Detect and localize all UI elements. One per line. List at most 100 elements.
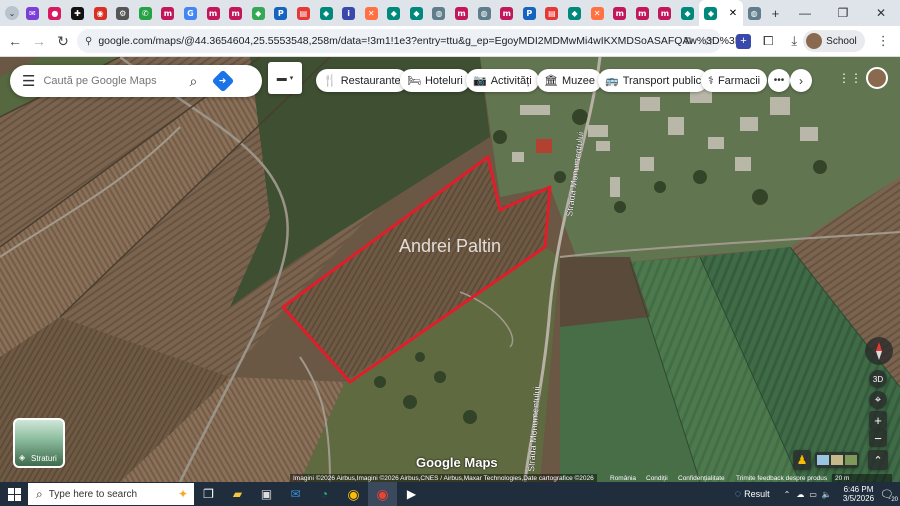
network-icon[interactable]: ▭ bbox=[809, 490, 817, 499]
zoom-in-button[interactable]: + bbox=[869, 411, 887, 429]
browser-tab[interactable]: G bbox=[179, 0, 202, 26]
volume-icon[interactable]: 🔈 bbox=[822, 490, 832, 499]
back-button[interactable]: ← bbox=[3, 29, 27, 53]
imagery-thumbnails[interactable] bbox=[815, 452, 859, 468]
browser-tab[interactable]: P bbox=[270, 0, 293, 26]
browser-menu-icon[interactable]: ⋮ bbox=[877, 33, 890, 49]
footer-link[interactable]: Condiții bbox=[643, 474, 671, 482]
chip-restaurante[interactable]: 🍴 Restaurante bbox=[316, 69, 408, 92]
extension-plus-icon[interactable]: + bbox=[736, 33, 751, 49]
browser-tab[interactable]: ◍ bbox=[473, 0, 496, 26]
browser-tab[interactable]: ◆ bbox=[315, 0, 338, 26]
profile-button[interactable]: School bbox=[803, 30, 865, 52]
browser-tab[interactable]: ● bbox=[44, 0, 67, 26]
browser-tab[interactable]: ✆ bbox=[134, 0, 157, 26]
browser-tab[interactable]: ◆ bbox=[405, 0, 428, 26]
install-app-icon[interactable]: ⧉ bbox=[684, 35, 692, 48]
footer-link[interactable]: Trimite feedback despre produs bbox=[733, 474, 830, 482]
address-bar[interactable]: ⚲ google.com/maps/@44.3654604,25.5553548… bbox=[77, 29, 742, 53]
taskbar-search[interactable]: ⌕ Type here to search ✦ bbox=[28, 483, 194, 505]
chrome-icon[interactable]: ◉ bbox=[339, 482, 368, 506]
chrome-active-icon[interactable]: ◉ bbox=[368, 482, 397, 506]
browser-tab[interactable]: ◆ bbox=[563, 0, 586, 26]
show-hidden-icons[interactable]: ⌃ bbox=[784, 490, 791, 499]
forward-button[interactable]: → bbox=[27, 29, 51, 53]
minimize-button[interactable]: — bbox=[786, 0, 824, 26]
3d-toggle-button[interactable]: 3D bbox=[869, 370, 887, 388]
pegman-icon[interactable]: ♟ bbox=[793, 450, 811, 470]
more-chips-icon[interactable]: ••• bbox=[768, 69, 790, 92]
browser-tab[interactable]: ◍ bbox=[428, 0, 451, 26]
map-type-dropdown-button[interactable]: ▬ ▾ bbox=[268, 62, 302, 94]
menu-icon[interactable]: ☰ bbox=[22, 72, 35, 90]
chip-farmacii[interactable]: ⚕ Farmacii bbox=[701, 69, 768, 92]
site-info-icon[interactable]: ⚲ bbox=[85, 36, 92, 47]
my-location-button[interactable]: ⌖ bbox=[869, 391, 887, 409]
footer-link[interactable]: România bbox=[607, 474, 639, 482]
browser-tab[interactable]: ◉ bbox=[89, 0, 112, 26]
browser-tab[interactable]: m bbox=[450, 0, 473, 26]
search-icon[interactable]: ⌕ bbox=[189, 73, 197, 90]
browser-tab[interactable]: ✕ bbox=[360, 0, 383, 26]
chip-transport-public[interactable]: 🚌 Transport public bbox=[598, 69, 709, 92]
browser-tab[interactable]: ◆ bbox=[676, 0, 699, 26]
place-label[interactable]: Andrei Paltin bbox=[399, 236, 501, 256]
chip-activități[interactable]: 📷 Activități bbox=[466, 69, 539, 92]
edge-icon[interactable]: ◔ bbox=[310, 482, 339, 506]
map-search-input[interactable] bbox=[43, 75, 184, 87]
store-icon[interactable]: ▣ bbox=[252, 482, 281, 506]
browser-tab[interactable]: ✚ bbox=[66, 0, 89, 26]
browser-tab[interactable]: ◍ bbox=[743, 0, 766, 26]
extensions-puzzle-icon[interactable]: ⧠ bbox=[763, 33, 773, 49]
media-player-icon[interactable]: ▶ bbox=[397, 482, 426, 506]
bookmark-star-icon[interactable]: ☆ bbox=[703, 34, 714, 48]
layers-button[interactable]: ◈ Straturi bbox=[13, 418, 65, 468]
cloud-icon[interactable]: ☁ bbox=[796, 490, 804, 499]
browser-tab[interactable]: i bbox=[337, 0, 360, 26]
task-view-icon[interactable]: ❐ bbox=[194, 482, 223, 506]
download-icon[interactable]: ⤓ bbox=[791, 33, 797, 49]
start-button[interactable] bbox=[0, 482, 28, 506]
browser-tab[interactable]: ▤ bbox=[541, 0, 564, 26]
compass-control[interactable] bbox=[865, 337, 893, 365]
browser-tab[interactable]: ✕ bbox=[586, 0, 609, 26]
reload-button[interactable]: ↻ bbox=[51, 29, 75, 53]
mail-icon[interactable]: ✉ bbox=[281, 482, 310, 506]
chip-hoteluri[interactable]: 🛏 Hoteluri bbox=[400, 69, 470, 92]
browser-tab[interactable]: m bbox=[157, 0, 180, 26]
weather-icon[interactable]: ◌ bbox=[735, 488, 742, 500]
browser-tab[interactable]: P bbox=[518, 0, 541, 26]
browser-tab[interactable]: m bbox=[202, 0, 225, 26]
close-tab-icon[interactable]: ✕ bbox=[729, 8, 737, 19]
close-window-button[interactable]: ✕ bbox=[862, 0, 900, 26]
clock[interactable]: 6:46 PM 3/5/2026 bbox=[843, 485, 874, 503]
new-tab-button[interactable]: + bbox=[765, 3, 785, 23]
directions-icon[interactable]: ➜ bbox=[211, 69, 235, 93]
browser-tab-active[interactable]: ◆ ✕ bbox=[698, 0, 743, 26]
url-text[interactable]: google.com/maps/@44.3654604,25.5553548,2… bbox=[98, 35, 742, 47]
browser-tab[interactable]: ✉ bbox=[21, 0, 44, 26]
map-viewport[interactable]: Strada Monumentului Strada Monumentului … bbox=[0, 57, 900, 482]
chip-muzee[interactable]: 🏛 Muzee bbox=[537, 69, 602, 92]
browser-tab[interactable]: m bbox=[224, 0, 247, 26]
tab-search-button[interactable]: ⌄ bbox=[3, 3, 21, 23]
browser-tab[interactable]: ◆ bbox=[247, 0, 270, 26]
browser-tab[interactable]: m bbox=[654, 0, 677, 26]
footer-link[interactable]: Confidențialitate bbox=[675, 474, 728, 482]
browser-tab[interactable]: m bbox=[631, 0, 654, 26]
browser-tab[interactable]: ▤ bbox=[292, 0, 315, 26]
notifications-button[interactable]: 🗨 20 bbox=[880, 488, 898, 503]
scale-bar[interactable]: 20 m bbox=[832, 474, 892, 482]
browser-tab[interactable]: ◆ bbox=[383, 0, 406, 26]
browser-tab[interactable]: m bbox=[608, 0, 631, 26]
file-explorer-icon[interactable]: ▰ bbox=[223, 482, 252, 506]
restore-button[interactable]: ❐ bbox=[824, 0, 862, 26]
chips-next-button[interactable]: › bbox=[790, 69, 812, 92]
zoom-out-button[interactable]: − bbox=[869, 429, 887, 447]
apps-grid-icon[interactable]: ⋮⋮ bbox=[838, 71, 862, 85]
account-avatar[interactable] bbox=[866, 67, 888, 89]
expand-up-icon[interactable]: ⌃ bbox=[868, 450, 888, 470]
browser-tab[interactable]: ⚙ bbox=[111, 0, 134, 26]
weather-label[interactable]: Result bbox=[744, 489, 770, 499]
browser-tab[interactable]: m bbox=[495, 0, 518, 26]
